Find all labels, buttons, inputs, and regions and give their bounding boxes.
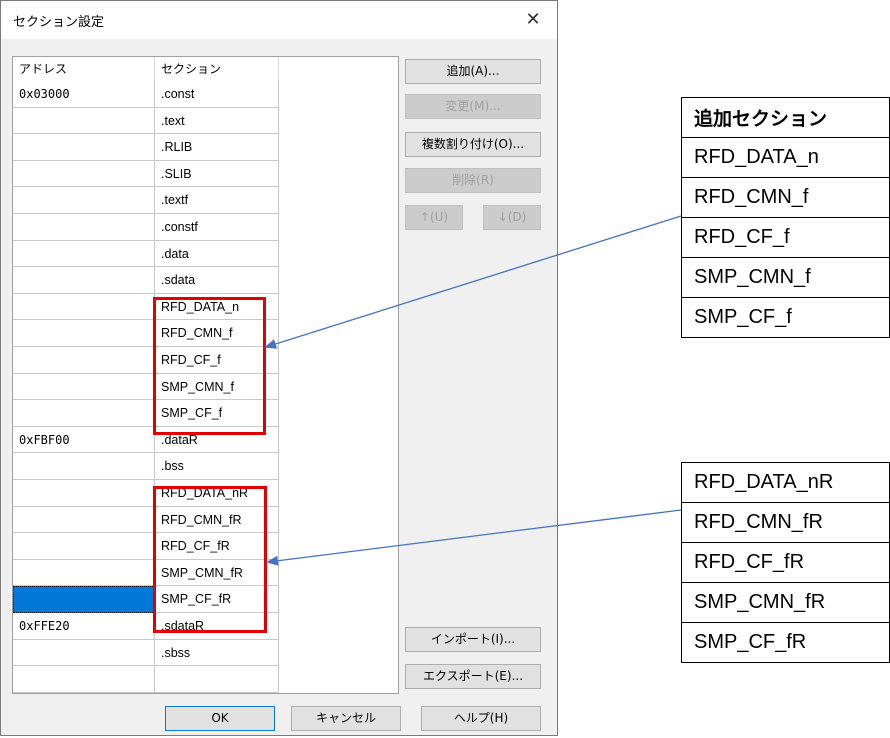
arrow-line-1 [264, 215, 682, 349]
arrow-line-2 [266, 509, 682, 566]
annotation-arrows [264, 215, 682, 566]
